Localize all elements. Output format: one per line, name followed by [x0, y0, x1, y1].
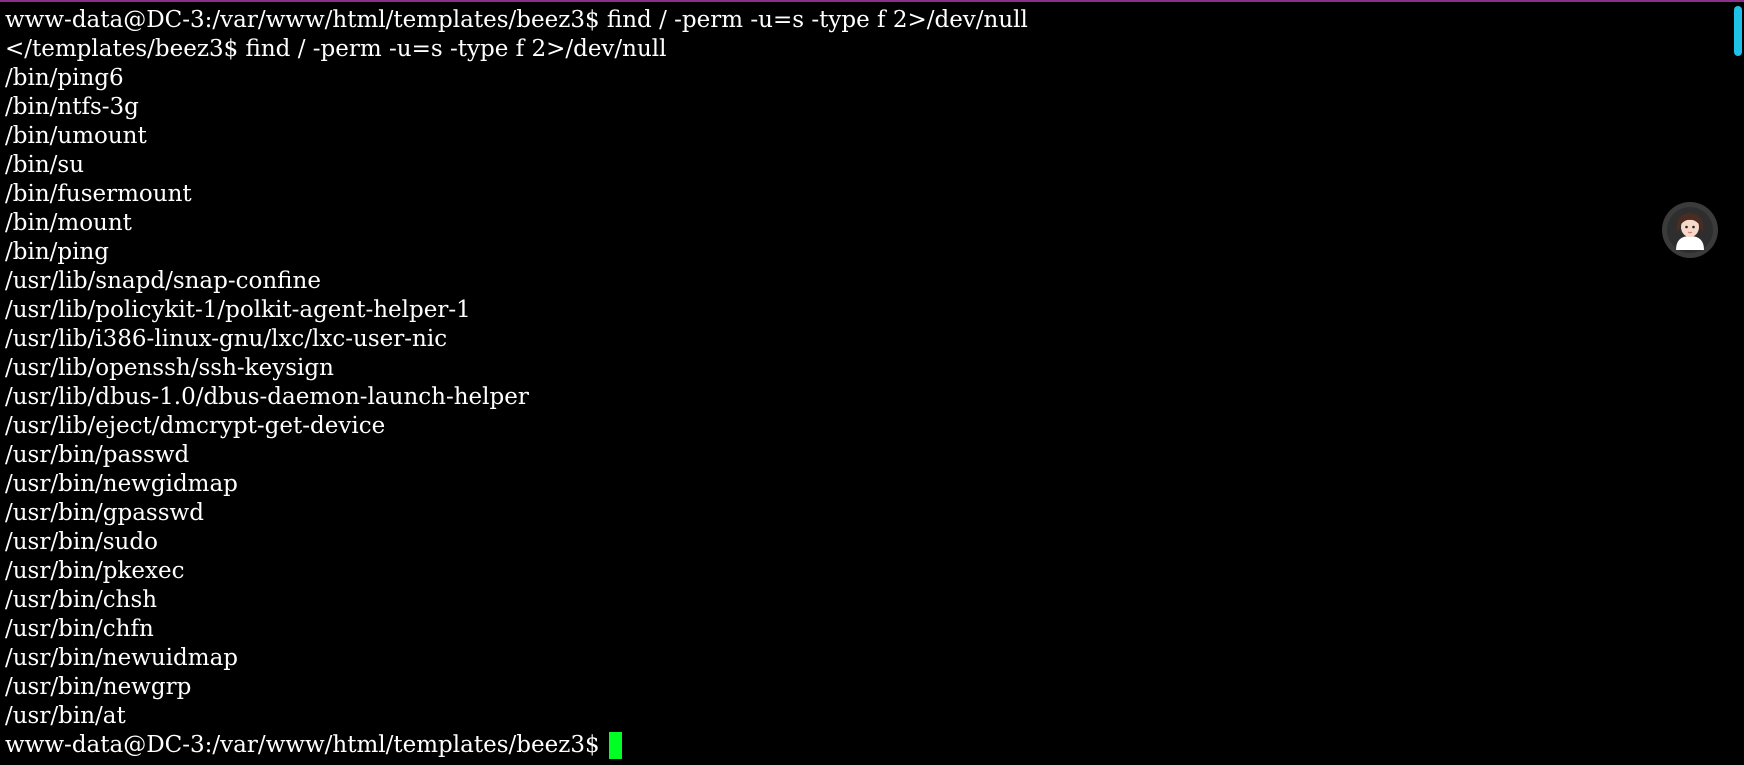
terminal-line: /usr/bin/pkexec: [5, 558, 185, 584]
terminal-output: www-data@DC-3:/var/www/html/templates/be…: [5, 6, 1028, 731]
terminal-prompt-line[interactable]: www-data@DC-3:/var/www/html/templates/be…: [5, 731, 622, 760]
scrollbar[interactable]: [1732, 4, 1744, 765]
terminal-line: /usr/lib/eject/dmcrypt-get-device: [5, 413, 386, 439]
terminal-line: /bin/fusermount: [5, 181, 192, 207]
terminal-line: </templates/beez3$ find / -perm -u=s -ty…: [5, 36, 667, 62]
terminal-line: /bin/ntfs-3g: [5, 94, 139, 120]
terminal-line: /usr/bin/gpasswd: [5, 500, 204, 526]
terminal-line: /usr/bin/at: [5, 703, 126, 729]
terminal-line: /usr/bin/newgidmap: [5, 471, 238, 497]
terminal-line: /usr/bin/newgrp: [5, 674, 192, 700]
terminal-line: /usr/bin/chfn: [5, 616, 154, 642]
terminal-line: /usr/lib/i386-linux-gnu/lxc/lxc-user-nic: [5, 326, 448, 352]
assistant-avatar-button[interactable]: [1662, 202, 1718, 258]
terminal-line: /usr/lib/openssh/ssh-keysign: [5, 355, 334, 381]
terminal-line: /bin/ping: [5, 239, 110, 265]
terminal-line: /usr/bin/passwd: [5, 442, 190, 468]
terminal-line: /usr/bin/sudo: [5, 529, 158, 555]
scrollbar-thumb[interactable]: [1734, 6, 1742, 56]
terminal-line: www-data@DC-3:/var/www/html/templates/be…: [5, 7, 1028, 33]
terminal-line: /usr/lib/snapd/snap-confine: [5, 268, 321, 294]
terminal-line: /usr/lib/dbus-1.0/dbus-daemon-launch-hel…: [5, 384, 529, 410]
terminal-line: /bin/ping6: [5, 65, 124, 91]
terminal-line: /bin/umount: [5, 123, 147, 149]
text-cursor: [608, 732, 622, 759]
terminal-window[interactable]: www-data@DC-3:/var/www/html/templates/be…: [0, 0, 1744, 765]
assistant-avatar-icon: [1667, 207, 1713, 253]
terminal-line: /usr/lib/policykit-1/polkit-agent-helper…: [5, 297, 471, 323]
prompt-text: www-data@DC-3:/var/www/html/templates/be…: [5, 732, 600, 758]
terminal-line: /usr/bin/chsh: [5, 587, 158, 613]
terminal-line: /bin/mount: [5, 210, 132, 236]
terminal-line: /bin/su: [5, 152, 85, 178]
terminal-line: /usr/bin/newuidmap: [5, 645, 238, 671]
